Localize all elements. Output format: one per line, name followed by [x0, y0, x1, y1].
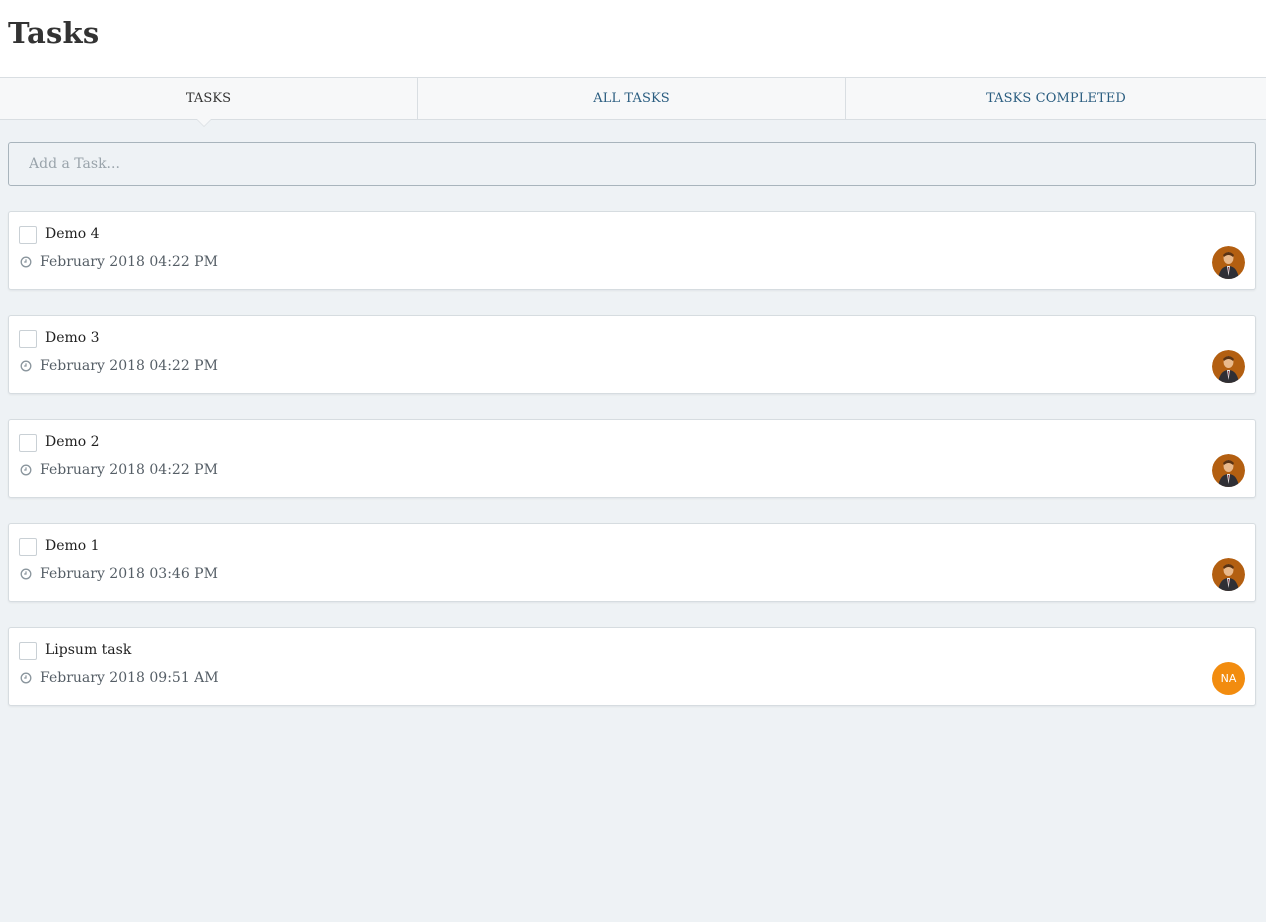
- task-item[interactable]: Demo 4 February 2018 04:22 PM: [8, 211, 1256, 290]
- task-meta: February 2018 03:46 PM: [20, 566, 218, 582]
- task-date: February 2018 04:22 PM: [40, 254, 218, 270]
- user-avatar[interactable]: NA: [1212, 662, 1245, 695]
- task-tabs: TASKS ALL TASKS TASKS COMPLETED: [0, 78, 1266, 127]
- task-item[interactable]: Demo 1 February 2018 03:46 PM: [8, 523, 1256, 602]
- task-item[interactable]: Demo 3 February 2018 04:22 PM: [8, 315, 1256, 394]
- task-checkbox[interactable]: [19, 538, 37, 556]
- user-photo-avatar-icon: [1212, 454, 1245, 487]
- task-checkbox[interactable]: [19, 226, 37, 244]
- user-photo-avatar-icon: [1212, 246, 1245, 279]
- task-checkbox[interactable]: [19, 642, 37, 660]
- user-avatar[interactable]: [1212, 350, 1245, 383]
- task-meta: February 2018 04:22 PM: [20, 254, 218, 270]
- tab-tasks[interactable]: TASKS: [0, 78, 418, 127]
- add-task-input[interactable]: [8, 142, 1256, 186]
- tab-all-tasks-label: ALL TASKS: [593, 91, 670, 106]
- page-title: Tasks: [8, 16, 100, 50]
- tab-all-tasks[interactable]: ALL TASKS: [418, 78, 846, 119]
- task-title: Demo 1: [45, 538, 100, 554]
- avatar-initials: NA: [1220, 672, 1237, 685]
- task-meta: February 2018 09:51 AM: [20, 670, 219, 686]
- user-avatar[interactable]: [1212, 454, 1245, 487]
- task-date: February 2018 04:22 PM: [40, 462, 218, 478]
- clock-icon: [20, 672, 32, 684]
- active-tab-indicator: [197, 119, 211, 126]
- user-avatar[interactable]: [1212, 558, 1245, 591]
- task-checkbox[interactable]: [19, 434, 37, 452]
- task-list: Demo 4 February 2018 04:22 PM Demo 3 Feb…: [8, 211, 1256, 731]
- page-header: Tasks: [0, 0, 1266, 78]
- task-title: Demo 4: [45, 226, 100, 242]
- task-title: Demo 2: [45, 434, 100, 450]
- clock-icon: [20, 256, 32, 268]
- clock-icon: [20, 568, 32, 580]
- user-photo-avatar-icon: [1212, 558, 1245, 591]
- task-date: February 2018 04:22 PM: [40, 358, 218, 374]
- task-title: Lipsum task: [45, 642, 132, 658]
- clock-icon: [20, 360, 32, 372]
- task-title: Demo 3: [45, 330, 100, 346]
- tab-tasks-completed[interactable]: TASKS COMPLETED: [846, 78, 1266, 119]
- user-avatar[interactable]: [1212, 246, 1245, 279]
- tab-tasks-completed-label: TASKS COMPLETED: [986, 91, 1126, 106]
- clock-icon: [20, 464, 32, 476]
- user-photo-avatar-icon: [1212, 350, 1245, 383]
- task-date: February 2018 03:46 PM: [40, 566, 218, 582]
- task-meta: February 2018 04:22 PM: [20, 358, 218, 374]
- tab-tasks-label: TASKS: [185, 91, 232, 106]
- task-meta: February 2018 04:22 PM: [20, 462, 218, 478]
- task-checkbox[interactable]: [19, 330, 37, 348]
- task-item[interactable]: Lipsum task February 2018 09:51 AM NA: [8, 627, 1256, 706]
- task-date: February 2018 09:51 AM: [40, 670, 219, 686]
- task-item[interactable]: Demo 2 February 2018 04:22 PM: [8, 419, 1256, 498]
